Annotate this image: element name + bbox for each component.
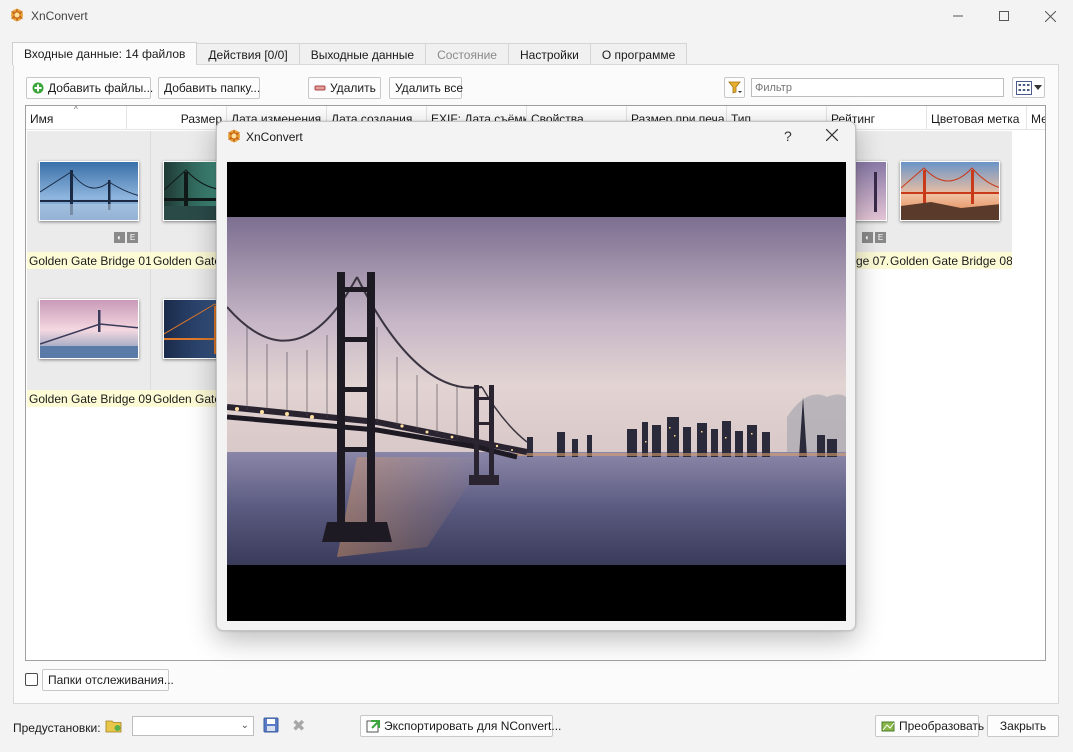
add-files-label: Добавить файлы...	[48, 81, 154, 95]
tab-status: Состояние	[425, 43, 509, 65]
convert-icon	[881, 719, 895, 733]
save-icon[interactable]	[263, 717, 279, 733]
close-app-button[interactable]: Закрыть	[987, 715, 1059, 737]
color-profile-icon: ◐	[114, 232, 125, 243]
add-folder-button[interactable]: Добавить папку...	[158, 77, 260, 99]
title-bar: XnConvert	[0, 0, 1073, 32]
thumbnail-label: Golden Gate Bridge 09...	[27, 390, 151, 407]
minimize-button[interactable]	[935, 0, 981, 32]
thumbnail-badges: ◐ E	[862, 232, 886, 243]
presets-label: Предустановки:	[13, 721, 101, 735]
export-nconvert-label: Экспортировать для NConvert...	[384, 719, 562, 733]
thumbnail-item[interactable]: ◐ E Golden Gate Bridge 01...	[27, 131, 151, 269]
image-preview	[227, 162, 846, 621]
column-size[interactable]: Размер	[127, 106, 227, 130]
remove-label: Удалить	[330, 81, 376, 95]
preview-dialog: XnConvert ?	[216, 121, 856, 631]
add-icon	[32, 81, 44, 95]
thumbnail-image	[39, 299, 139, 359]
bridge-photo	[227, 217, 846, 565]
export-nconvert-button[interactable]: Экспортировать для NConvert...	[360, 715, 561, 737]
main-tabs: Входные данные: 14 файлов Действия [0/0]…	[12, 42, 688, 65]
help-button[interactable]: ?	[784, 128, 792, 144]
watch-folders-button[interactable]: Папки отслеживания...	[42, 669, 174, 691]
close-icon	[825, 128, 839, 142]
close-app-label: Закрыть	[999, 719, 1047, 733]
maximize-button[interactable]	[981, 0, 1027, 32]
convert-label: Преобразовать	[899, 719, 985, 733]
remove-all-button[interactable]: Удалить все	[389, 77, 464, 99]
thumbnail-badges: ◐ E	[114, 232, 138, 243]
add-files-button[interactable]: Добавить файлы...	[26, 77, 154, 99]
color-profile-icon: ◐	[862, 232, 873, 243]
xnconvert-app-icon	[11, 8, 23, 22]
window-title: XnConvert	[31, 9, 88, 23]
tab-settings[interactable]: Настройки	[507, 43, 591, 65]
thumbnail-item[interactable]: Golden Gate Bridge 09...	[27, 269, 151, 407]
watch-folders-label: Папки отслеживания...	[48, 673, 174, 687]
tab-output[interactable]: Выходные данные	[298, 43, 427, 65]
xnconvert-app-icon	[228, 129, 240, 143]
filter-input[interactable]	[751, 78, 1004, 97]
tab-input[interactable]: Входные данные: 14 файлов	[12, 42, 198, 65]
column-more[interactable]: Ме	[1027, 106, 1045, 130]
thumbnail-image	[900, 161, 1000, 221]
convert-button[interactable]: Преобразовать	[875, 715, 984, 737]
exif-icon: E	[127, 232, 138, 243]
tab-actions[interactable]: Действия [0/0]	[196, 43, 300, 65]
remove-icon	[314, 81, 326, 95]
open-folder-icon[interactable]	[105, 717, 123, 735]
remove-all-label: Удалить все	[395, 81, 464, 95]
column-name[interactable]: Имя	[26, 106, 127, 130]
close-button[interactable]	[1027, 0, 1073, 32]
close-icon	[1044, 10, 1056, 22]
column-color-label[interactable]: Цветовая метка	[927, 106, 1027, 130]
watch-folders-checkbox[interactable]	[25, 673, 38, 686]
thumbnail-item[interactable]: Golden Gate Bridge 08...	[888, 131, 1012, 269]
chevron-down-icon	[1033, 84, 1042, 90]
grid-view-icon	[1015, 80, 1032, 95]
exif-icon: E	[875, 232, 886, 243]
export-icon	[366, 719, 380, 733]
tab-about[interactable]: О программе	[589, 43, 688, 65]
minimize-icon	[953, 15, 963, 17]
thumbnail-label: Golden Gate Bridge 01...	[27, 252, 151, 269]
thumbnail-label: Golden Gate Bridge 08...	[888, 252, 1012, 269]
add-folder-label: Добавить папку...	[164, 81, 261, 95]
maximize-icon	[999, 11, 1009, 21]
chevron-down-icon: ⌄	[240, 720, 249, 731]
filter-button[interactable]	[724, 77, 745, 98]
dialog-title: XnConvert	[246, 130, 303, 144]
view-mode-button[interactable]	[1012, 77, 1045, 98]
dialog-close-button[interactable]	[825, 126, 839, 146]
presets-dropdown[interactable]: ⌄	[132, 716, 254, 736]
remove-button[interactable]: Удалить	[308, 77, 381, 99]
delete-preset-icon[interactable]: ✖	[292, 716, 305, 736]
thumbnail-image	[39, 161, 139, 221]
funnel-icon	[727, 81, 742, 94]
